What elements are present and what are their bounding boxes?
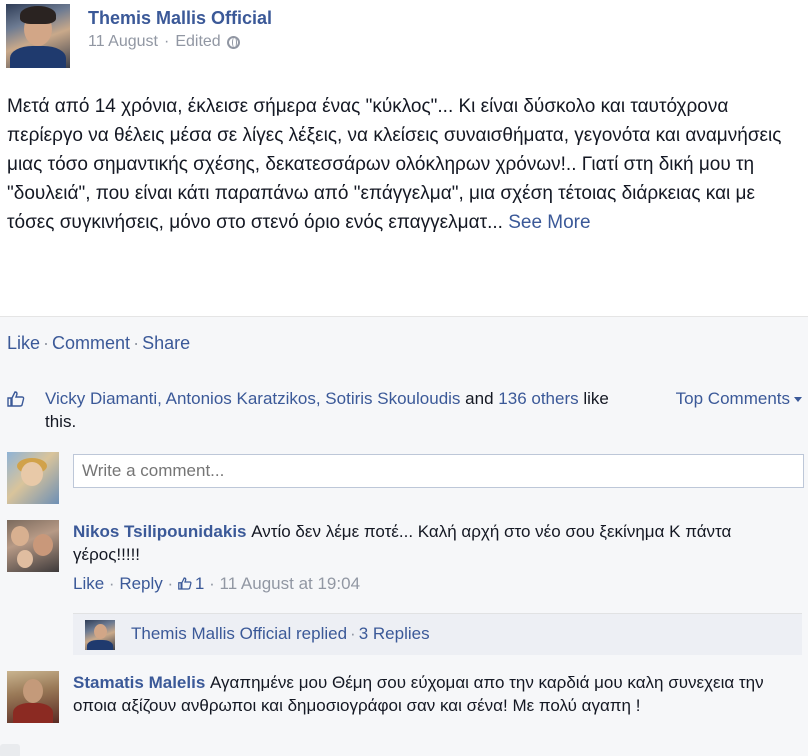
comment-button[interactable]: Comment	[52, 333, 130, 353]
commenter-avatar[interactable]	[7, 671, 59, 723]
replied-text[interactable]: Themis Mallis Official replied	[131, 624, 347, 643]
post-body-text: Μετά από 14 χρόνια, έκλεισε σήμερα ένας …	[7, 96, 782, 233]
post-actions: Like · Comment · Share	[7, 333, 191, 353]
post-text: Μετά από 14 χρόνια, έκλεισε σήμερα ένας …	[7, 92, 797, 237]
comment-timestamp[interactable]: 11 August at 19:04	[220, 574, 361, 593]
post-header: Themis Mallis Official 11 August · Edite…	[6, 4, 272, 68]
likers-names[interactable]: Vicky Diamanti, Antonios Karatzikos, Sot…	[45, 389, 460, 408]
reply-author-avatar	[85, 620, 115, 650]
current-user-avatar[interactable]	[7, 452, 59, 504]
author-avatar[interactable]	[6, 4, 70, 68]
partial-avatar	[0, 744, 20, 756]
globe-icon[interactable]	[226, 35, 240, 49]
share-button[interactable]: Share	[142, 333, 190, 353]
commenter-name[interactable]: Stamatis Malelis	[73, 673, 205, 692]
thumbs-up-icon	[178, 577, 192, 590]
post-author-name[interactable]: Themis Mallis Official	[88, 8, 272, 29]
and-text: and	[465, 389, 494, 408]
edited-label[interactable]: Edited	[175, 33, 220, 51]
top-comments-label: Top Comments	[675, 389, 790, 408]
caret-down-icon	[794, 397, 802, 403]
thumbs-up-icon	[7, 391, 25, 407]
commenter-name[interactable]: Nikos Tsilipounidakis	[73, 522, 247, 541]
comment-like-button[interactable]: Like	[73, 574, 104, 593]
others-link[interactable]: 136 others	[498, 389, 578, 408]
comment-input[interactable]	[73, 454, 804, 488]
divider	[0, 316, 808, 317]
write-comment-row	[7, 452, 804, 504]
like-button[interactable]: Like	[7, 333, 40, 353]
see-more-link[interactable]: See More	[508, 212, 590, 233]
replies-count[interactable]: 3 Replies	[359, 624, 430, 643]
top-comments-dropdown[interactable]: Top Comments	[676, 387, 802, 410]
comment-like-count[interactable]: 1	[195, 574, 204, 593]
comment-reply-button[interactable]: Reply	[119, 574, 162, 593]
post-date[interactable]: 11 August	[88, 33, 158, 51]
replies-summary[interactable]: Themis Mallis Official replied · 3 Replies	[73, 613, 802, 655]
commenter-avatar[interactable]	[7, 520, 59, 572]
